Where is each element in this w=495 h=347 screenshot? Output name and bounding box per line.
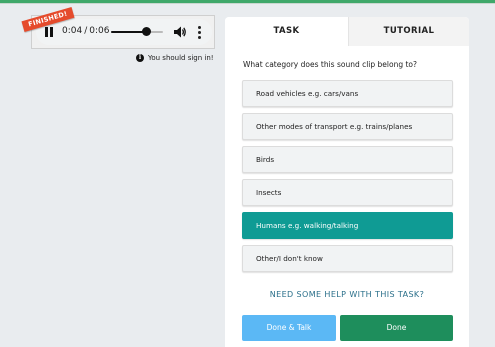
option-birds[interactable]: Birds: [242, 146, 453, 173]
tab-tutorial[interactable]: TUTORIAL: [348, 17, 469, 46]
help-link[interactable]: NEED SOME HELP WITH THIS TASK?: [225, 290, 469, 299]
progress-bar[interactable]: [111, 27, 163, 36]
option-other-transport[interactable]: Other modes of transport e.g. trains/pla…: [242, 113, 453, 140]
option-road-vehicles[interactable]: Road vehicles e.g. cars/vans: [242, 80, 453, 107]
done-and-talk-button[interactable]: Done & Talk: [242, 315, 336, 341]
option-insects[interactable]: Insects: [242, 179, 453, 206]
signin-text: You should sign in!: [148, 54, 214, 62]
option-humans[interactable]: Humans e.g. walking/talking: [242, 212, 453, 239]
progress-knob[interactable]: [141, 27, 151, 36]
info-icon: i: [136, 54, 144, 62]
volume-icon[interactable]: [173, 25, 187, 39]
tab-bar: TASK TUTORIAL: [225, 17, 469, 46]
top-divider: [0, 3, 495, 4]
task-question: What category does this sound clip belon…: [243, 60, 417, 69]
signin-notice: i You should sign in!: [136, 54, 214, 62]
audio-player[interactable]: 0:04/0:06: [36, 19, 212, 45]
pause-icon[interactable]: [45, 27, 53, 37]
task-panel: TASK TUTORIAL What category does this so…: [225, 17, 469, 347]
done-button[interactable]: Done: [340, 315, 453, 341]
time-display: 0:04/0:06: [62, 26, 109, 36]
option-other-unknown[interactable]: Other/I don't know: [242, 245, 453, 272]
tab-task[interactable]: TASK: [225, 17, 348, 46]
duration: 0:06: [89, 26, 110, 36]
time-separator: /: [84, 26, 88, 36]
current-time: 0:04: [62, 26, 83, 36]
progress-fill: [111, 31, 146, 33]
more-vertical-icon[interactable]: [198, 25, 202, 39]
